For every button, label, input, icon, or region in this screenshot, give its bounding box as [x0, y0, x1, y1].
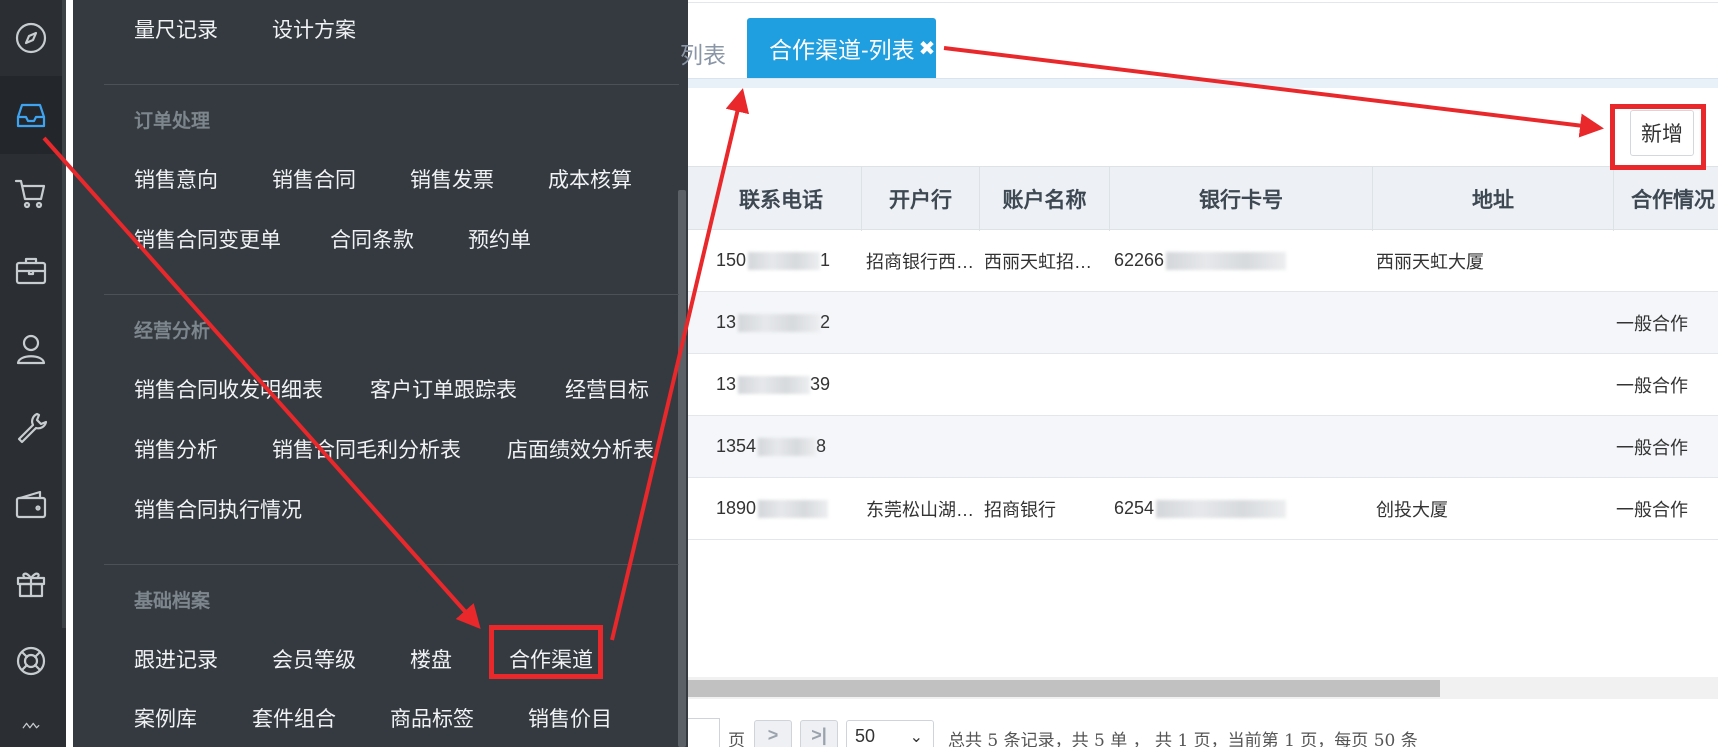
arrow-to-add-button — [943, 46, 1604, 138]
annotation-arrows — [42, 46, 1604, 641]
arrow-to-tab — [610, 88, 750, 641]
arrow-to-partner-menu — [42, 136, 481, 629]
